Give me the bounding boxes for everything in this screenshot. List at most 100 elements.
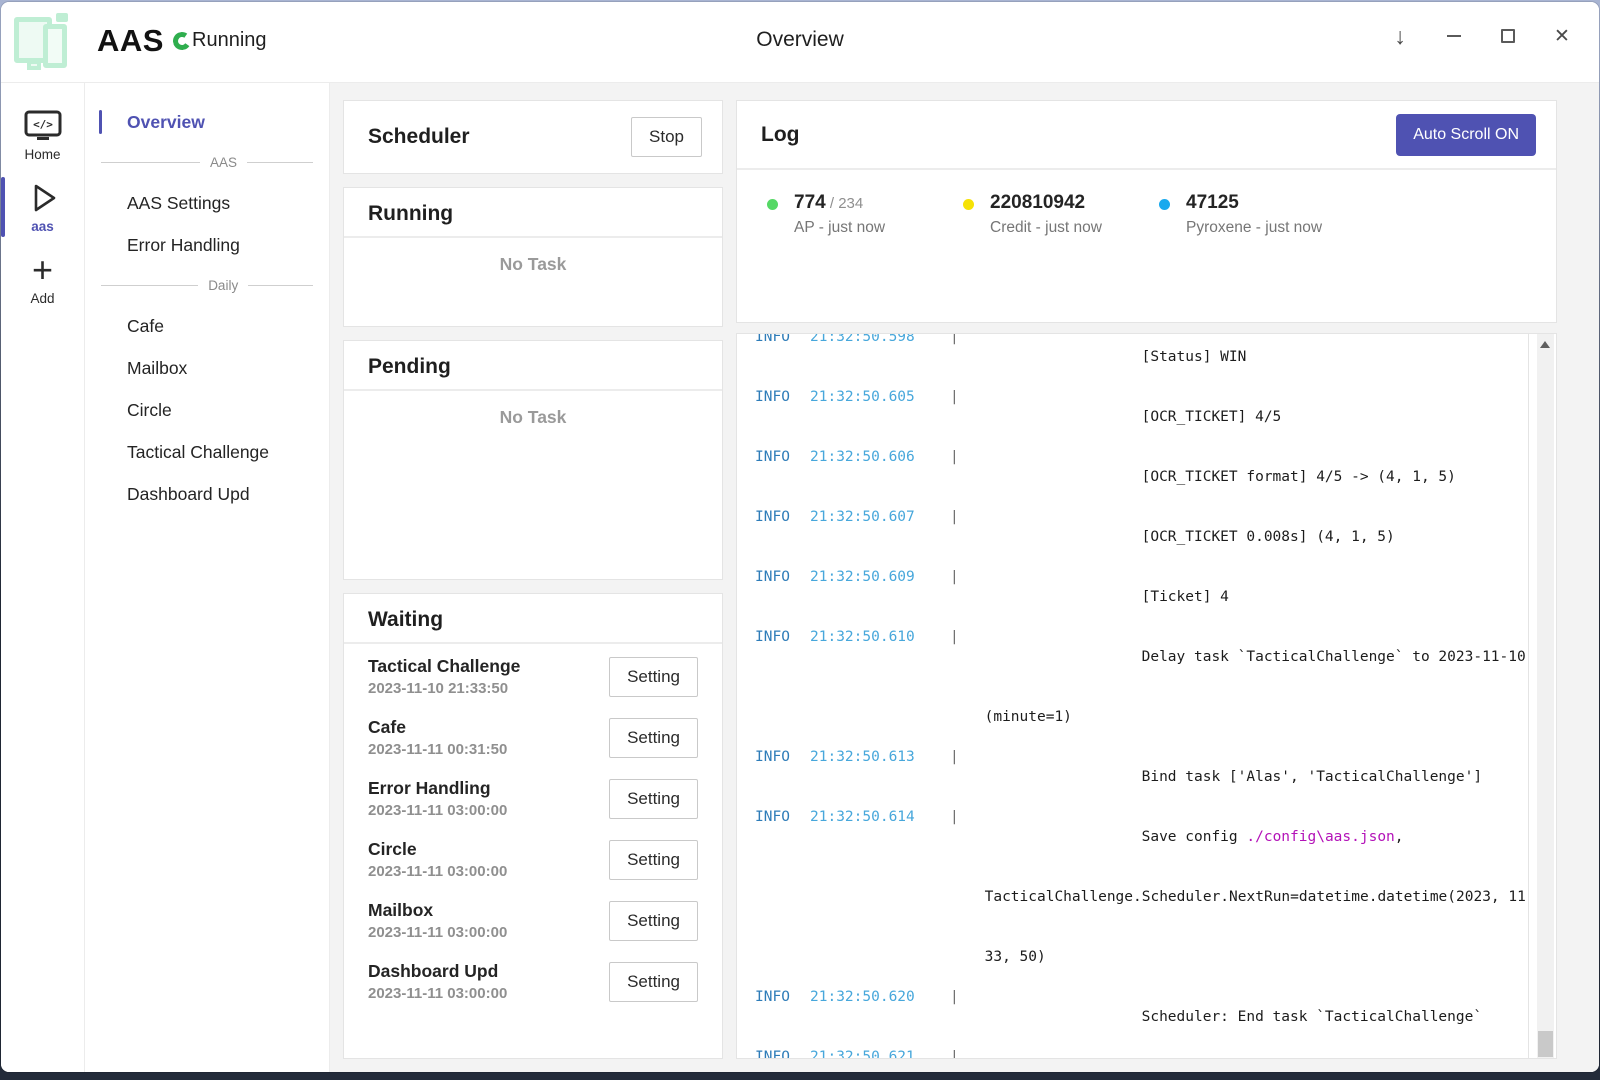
rail-label-aas: aas xyxy=(31,219,54,234)
sidebar-item[interactable]: Circle xyxy=(85,389,329,431)
sidebar-item-label: Error Handling xyxy=(127,235,240,256)
log-separator xyxy=(950,747,967,807)
task-setting-button[interactable]: Setting xyxy=(609,840,698,880)
rail-item-add[interactable]: + Add xyxy=(1,243,84,315)
sidebar-item[interactable]: Mailbox xyxy=(85,347,329,389)
log-message: 33, 50) xyxy=(810,927,1046,987)
home-code-monitor-icon: </> xyxy=(23,107,63,145)
window-controls: ↓ ✕ xyxy=(1373,14,1589,58)
stat-value: 774 xyxy=(794,192,826,213)
sidebar-item[interactable]: Tactical Challenge xyxy=(85,431,329,473)
waiting-task-next-run: 2023-11-11 00:31:50 xyxy=(368,741,507,758)
sidebar-item[interactable]: Dashboard Upd xyxy=(85,473,329,515)
waiting-task-row: Tactical Challenge 2023-11-10 21:33:50 S… xyxy=(368,646,698,707)
waiting-task-name: Cafe xyxy=(368,717,507,738)
minimize-button[interactable] xyxy=(1427,14,1481,58)
close-button[interactable]: ✕ xyxy=(1535,14,1589,58)
stat-block: 220810942 Credit - just now xyxy=(963,192,1159,237)
log-timestamp: 21:32:50.620 xyxy=(810,987,950,1047)
log-separator xyxy=(950,333,967,387)
log-lines: INFO 21:32:50.598 [Status] WIN INFO 21:3… xyxy=(737,333,1528,1058)
log-level xyxy=(755,687,810,747)
log-level: INFO xyxy=(755,447,810,507)
log-separator xyxy=(950,447,967,507)
sidebar-item-label: Dashboard Upd xyxy=(127,484,250,505)
waiting-task-row: Dashboard Upd 2023-11-11 03:00:00 Settin… xyxy=(368,951,698,1012)
app-window: AAS Running Overview ↓ ✕ xyxy=(1,2,1599,1072)
log-line: INFO 21:32:50.609 [Ticket] 4 xyxy=(755,567,1528,627)
task-setting-button[interactable]: Setting xyxy=(609,901,698,941)
stat-dot-icon xyxy=(963,199,974,210)
logo-monitor-stand xyxy=(27,60,41,70)
log-line: 33, 50) xyxy=(755,927,1528,987)
log-message-segment: (minute=1) xyxy=(985,709,1072,725)
stat-value: 47125 xyxy=(1186,192,1239,213)
log-message-segment: TacticalChallenge.Scheduler.NextRun=date… xyxy=(985,889,1528,905)
waiting-task-info: Error Handling 2023-11-11 03:00:00 xyxy=(368,778,507,819)
log-line: INFO 21:32:50.620 Scheduler: End task `T… xyxy=(755,987,1528,1047)
log-line: INFO 21:32:50.605 [OCR_TICKET] 4/5 xyxy=(755,387,1528,447)
minimize-icon xyxy=(1447,35,1461,37)
sidebar-item[interactable]: Overview xyxy=(85,101,329,143)
log-timestamp: 21:32:50.613 xyxy=(810,747,950,807)
waiting-task-info: Cafe 2023-11-11 00:31:50 xyxy=(368,717,507,758)
waiting-task-next-run: 2023-11-11 03:00:00 xyxy=(368,802,507,819)
waiting-title: Waiting xyxy=(368,608,698,632)
log-message-segment: [OCR_TICKET] 4/5 xyxy=(1142,409,1282,425)
log-message: TacticalChallenge.Scheduler.NextRun=date… xyxy=(810,867,1528,927)
desktop-background: AAS Running Overview ↓ ✕ xyxy=(0,0,1600,1080)
page-title: Overview xyxy=(1,28,1599,52)
sidebar-item[interactable]: Error Handling xyxy=(85,224,329,266)
auto-scroll-button[interactable]: Auto Scroll ON xyxy=(1396,114,1536,156)
log-column: Log Auto Scroll ON 774 / 234 AP - just n… xyxy=(736,100,1557,1059)
log-scrollbar[interactable] xyxy=(1537,334,1554,1058)
app-body: </> Home aas + Add xyxy=(1,82,1599,1072)
log-level: INFO xyxy=(755,1047,810,1058)
rail-item-home[interactable]: </> Home xyxy=(1,99,84,171)
main-content: Scheduler Stop Running No Task Pending N… xyxy=(330,83,1599,1072)
waiting-task-row: Error Handling 2023-11-11 03:00:00 Setti… xyxy=(368,768,698,829)
log-timestamp: 21:32:50.614 xyxy=(810,807,950,867)
log-separator xyxy=(950,987,967,1047)
scrollbar-up-arrow-icon[interactable] xyxy=(1540,341,1550,348)
running-card: Running No Task xyxy=(343,187,723,327)
log-separator xyxy=(950,507,967,567)
waiting-task-list: Tactical Challenge 2023-11-10 21:33:50 S… xyxy=(344,644,722,1012)
waiting-task-next-run: 2023-11-11 03:00:00 xyxy=(368,985,507,1002)
tasks-column: Scheduler Stop Running No Task Pending N… xyxy=(343,100,723,1059)
waiting-task-next-run: 2023-11-10 21:33:50 xyxy=(368,680,520,697)
sidebar-item-label: Overview xyxy=(127,112,205,133)
task-setting-button[interactable]: Setting xyxy=(609,962,698,1002)
waiting-task-info: Mailbox 2023-11-11 03:00:00 xyxy=(368,900,507,941)
log-message-segment: Save config xyxy=(1142,829,1247,845)
stat-block: 47125 Pyroxene - just now xyxy=(1159,192,1355,237)
scrollbar-thumb[interactable] xyxy=(1538,1031,1553,1057)
task-setting-button[interactable]: Setting xyxy=(609,779,698,819)
rail-label-add: Add xyxy=(30,291,54,306)
sidebar-nav: Overview AAS AAS Settings Error Handling… xyxy=(85,83,330,1072)
rail-item-aas[interactable]: aas xyxy=(1,171,84,243)
log-output-card: INFO 21:32:50.598 [Status] WIN INFO 21:3… xyxy=(736,333,1557,1059)
waiting-card: Waiting Tactical Challenge 2023-11-10 21… xyxy=(343,593,723,1059)
download-button[interactable]: ↓ xyxy=(1373,14,1427,58)
sidebar-item[interactable]: AAS xyxy=(85,143,329,182)
running-title: Running xyxy=(368,202,698,226)
log-message: [Lang] auto xyxy=(967,1047,1238,1058)
sidebar-item-label: Circle xyxy=(127,400,172,421)
waiting-task-name: Error Handling xyxy=(368,778,507,799)
sidebar-item[interactable]: Cafe xyxy=(85,305,329,347)
sidebar-item[interactable]: Daily xyxy=(85,266,329,305)
task-setting-button[interactable]: Setting xyxy=(609,657,698,697)
sidebar-item[interactable]: AAS Settings xyxy=(85,182,329,224)
scheduler-title: Scheduler xyxy=(368,125,470,149)
maximize-icon xyxy=(1501,29,1515,43)
log-level: INFO xyxy=(755,627,810,687)
rail-label-home: Home xyxy=(24,147,60,162)
log-level: INFO xyxy=(755,747,810,807)
stop-button[interactable]: Stop xyxy=(631,117,702,157)
task-setting-button[interactable]: Setting xyxy=(609,718,698,758)
log-message: [OCR_TICKET] 4/5 xyxy=(967,387,1281,447)
pending-card: Pending No Task xyxy=(343,340,723,580)
maximize-button[interactable] xyxy=(1481,14,1535,58)
waiting-task-info: Tactical Challenge 2023-11-10 21:33:50 xyxy=(368,656,520,697)
